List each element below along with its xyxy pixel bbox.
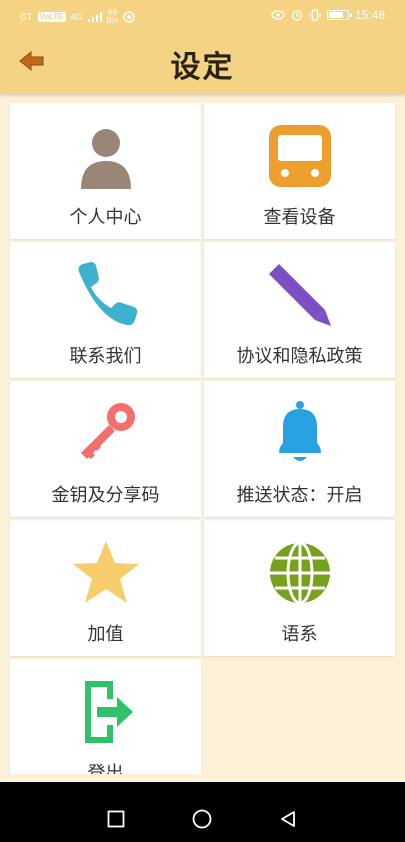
home-icon[interactable] bbox=[192, 809, 212, 829]
tile-contact[interactable]: 联系我们 bbox=[10, 242, 201, 378]
volte-badge: VoLTE bbox=[37, 12, 66, 22]
status-right: 15:48 bbox=[271, 8, 385, 22]
page-title: 设定 bbox=[170, 50, 235, 85]
tile-profile[interactable]: 个人中心 bbox=[10, 103, 201, 239]
vibrate-icon bbox=[309, 9, 321, 21]
tile-label: 登出 bbox=[87, 763, 124, 774]
tile-devices[interactable]: 查看设备 bbox=[204, 103, 395, 239]
tile-label: 个人中心 bbox=[69, 207, 142, 228]
tile-key[interactable]: 金钥及分享码 bbox=[10, 381, 201, 517]
globe-icon bbox=[269, 541, 330, 605]
tile-label: 联系我们 bbox=[69, 346, 142, 367]
tile-label: 语系 bbox=[281, 624, 318, 645]
battery-icon bbox=[326, 10, 352, 20]
settings-grid: 个人中心 查看设备 联系我们 协议和隐私政策 金钥及分享码 推送状态：开启 加值… bbox=[0, 94, 405, 774]
signal-label: 4G bbox=[70, 12, 83, 22]
eye-icon bbox=[271, 10, 285, 20]
net-speed-unit: B/s bbox=[106, 16, 119, 25]
phone-icon bbox=[78, 262, 137, 326]
tile-topup[interactable]: 加值 bbox=[10, 520, 201, 656]
tile-label: 查看设备 bbox=[263, 207, 336, 228]
device-bus-icon bbox=[268, 125, 331, 187]
person-icon bbox=[80, 129, 131, 189]
tile-label: 推送状态：开启 bbox=[236, 485, 363, 506]
net-speed: 69 B/s bbox=[107, 9, 119, 25]
back-icon[interactable] bbox=[279, 810, 297, 828]
tile-label: 协议和隐私政策 bbox=[236, 346, 363, 367]
tile-privacy[interactable]: 协议和隐私政策 bbox=[204, 242, 395, 378]
recent-apps-icon[interactable] bbox=[107, 810, 125, 828]
tile-logout[interactable]: 登出 bbox=[10, 659, 201, 774]
bell-icon bbox=[278, 401, 321, 461]
status-bar: GT VoLTE 4G 69 B/s 15:48 bbox=[0, 0, 405, 30]
header-bar: GT VoLTE 4G 69 B/s 15:48 设定 bbox=[0, 0, 405, 94]
clock: 15:48 bbox=[354, 8, 385, 22]
alarm-icon bbox=[291, 10, 303, 21]
tile-language[interactable]: 语系 bbox=[204, 520, 395, 656]
logout-icon bbox=[84, 681, 133, 743]
carrier-label: GT bbox=[20, 12, 33, 22]
tile-push[interactable]: 推送状态：开启 bbox=[204, 381, 395, 517]
battery-level bbox=[328, 12, 344, 18]
system-nav-bar bbox=[0, 782, 405, 842]
status-left: GT VoLTE 4G 69 B/s bbox=[20, 9, 135, 25]
pencil-icon bbox=[268, 264, 331, 326]
key-icon bbox=[80, 403, 135, 459]
tile-label: 加值 bbox=[87, 624, 124, 645]
notification-icon bbox=[123, 11, 135, 23]
tile-label: 金钥及分享码 bbox=[51, 485, 160, 506]
signal-bars-icon bbox=[87, 12, 102, 22]
star-icon bbox=[72, 541, 139, 603]
